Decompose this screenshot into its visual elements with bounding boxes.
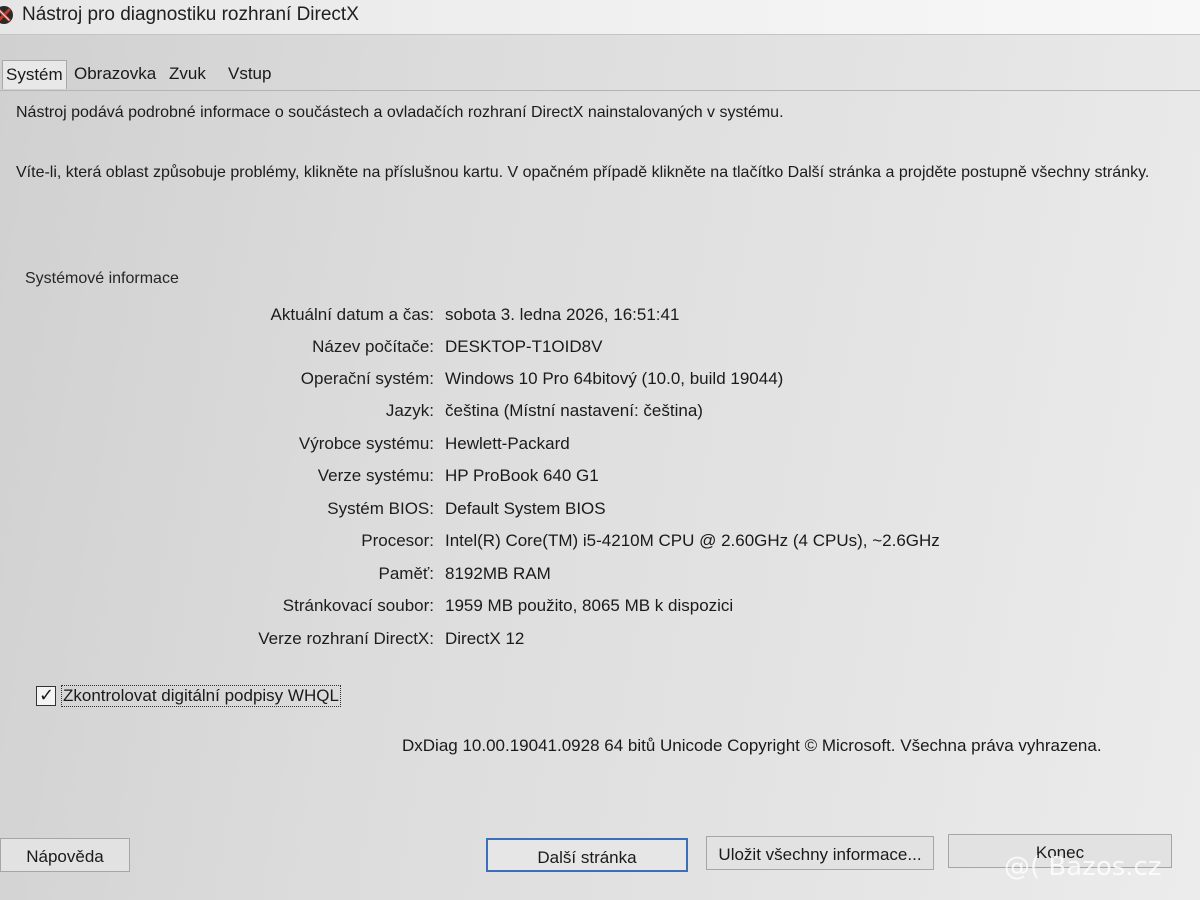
checkmark-icon: ✓ xyxy=(39,685,55,705)
system-info-group-title: Systémové informace xyxy=(25,270,179,287)
copyright-text: DxDiag 10.00.19041.0928 64 bitů Unicode … xyxy=(402,736,1102,755)
info-label: Verze rozhraní DirectX: xyxy=(258,629,434,648)
directx-x-icon xyxy=(0,6,13,24)
info-value: sobota 3. ledna 2026, 16:51:41 xyxy=(445,305,680,324)
whql-checkbox-label[interactable]: Zkontrolovat digitální podpisy WHQL xyxy=(61,685,341,707)
info-value: DirectX 12 xyxy=(445,629,525,648)
info-label: Systém BIOS: xyxy=(327,499,434,518)
info-label: Paměť: xyxy=(378,564,434,583)
intro-text: Nástroj podává podrobné informace o souč… xyxy=(16,104,784,121)
next-page-button[interactable]: Další stránka xyxy=(486,838,688,872)
tab-input[interactable]: Vstup xyxy=(225,60,274,88)
info-label: Verze systému: xyxy=(317,466,434,485)
info-row-os: Operační systém: Windows 10 Pro 64bitový… xyxy=(0,369,1200,399)
info-value: Intel(R) Core(TM) i5-4210M CPU @ 2.60GHz… xyxy=(445,531,940,550)
info-label: Jazyk: xyxy=(385,401,434,420)
info-value: HP ProBook 640 G1 xyxy=(445,466,599,485)
info-value: Windows 10 Pro 64bitový (10.0, build 190… xyxy=(445,369,784,388)
info-label: Název počítače: xyxy=(312,337,434,356)
info-row-bios: Systém BIOS: Default System BIOS xyxy=(0,499,1200,529)
info-row-manufacturer: Výrobce systému: Hewlett-Packard xyxy=(0,434,1200,464)
info-value: DESKTOP-T1OID8V xyxy=(445,337,603,356)
info-value: čeština (Místní nastavení: čeština) xyxy=(445,401,703,420)
info-row-memory: Paměť: 8192MB RAM xyxy=(0,564,1200,594)
info-value: 8192MB RAM xyxy=(445,564,551,583)
info-row-model: Verze systému: HP ProBook 640 G1 xyxy=(0,466,1200,496)
info-row-processor: Procesor: Intel(R) Core(TM) i5-4210M CPU… xyxy=(0,531,1200,561)
info-row-directx-version: Verze rozhraní DirectX: DirectX 12 xyxy=(0,629,1200,659)
window-title: Nástroj pro diagnostiku rozhraní DirectX xyxy=(22,4,359,25)
info-row-language: Jazyk: čeština (Místní nastavení: češtin… xyxy=(0,401,1200,431)
info-label: Výrobce systému: xyxy=(298,434,434,453)
save-all-info-button[interactable]: Uložit všechny informace... xyxy=(706,836,934,870)
tab-divider xyxy=(0,90,1200,91)
whql-checkbox[interactable]: ✓ xyxy=(36,685,56,706)
tab-system[interactable]: Systém xyxy=(2,60,67,89)
info-value: Default System BIOS xyxy=(445,499,606,518)
info-label: Operační systém: xyxy=(300,369,434,388)
info-value: Hewlett-Packard xyxy=(445,434,570,453)
info-row-computer-name: Název počítače: DESKTOP-T1OID8V xyxy=(0,337,1200,367)
info-label: Stránkovací soubor: xyxy=(282,596,434,615)
hint-text: Víte-li, která oblast způsobuje problémy… xyxy=(16,164,1150,181)
info-label: Procesor: xyxy=(361,531,434,550)
title-bar[interactable]: Nástroj pro diagnostiku rozhraní DirectX xyxy=(0,0,1200,35)
dxdiag-window: Nástroj pro diagnostiku rozhraní DirectX… xyxy=(0,0,1200,900)
info-label: Aktuální datum a čas: xyxy=(270,305,434,324)
watermark-logo: @( Bazos.cz xyxy=(1004,852,1162,882)
info-row-datetime: Aktuální datum a čas: sobota 3. ledna 20… xyxy=(0,305,1200,335)
tab-display[interactable]: Obrazovka xyxy=(71,60,159,88)
info-row-page-file: Stránkovací soubor: 1959 MB použito, 806… xyxy=(0,596,1200,626)
info-value: 1959 MB použito, 8065 MB k dispozici xyxy=(445,596,734,615)
tab-strip: Systém Obrazovka Zvuk Vstup xyxy=(0,60,1200,90)
tab-sound[interactable]: Zvuk xyxy=(166,60,209,88)
help-button[interactable]: Nápověda xyxy=(0,838,130,872)
